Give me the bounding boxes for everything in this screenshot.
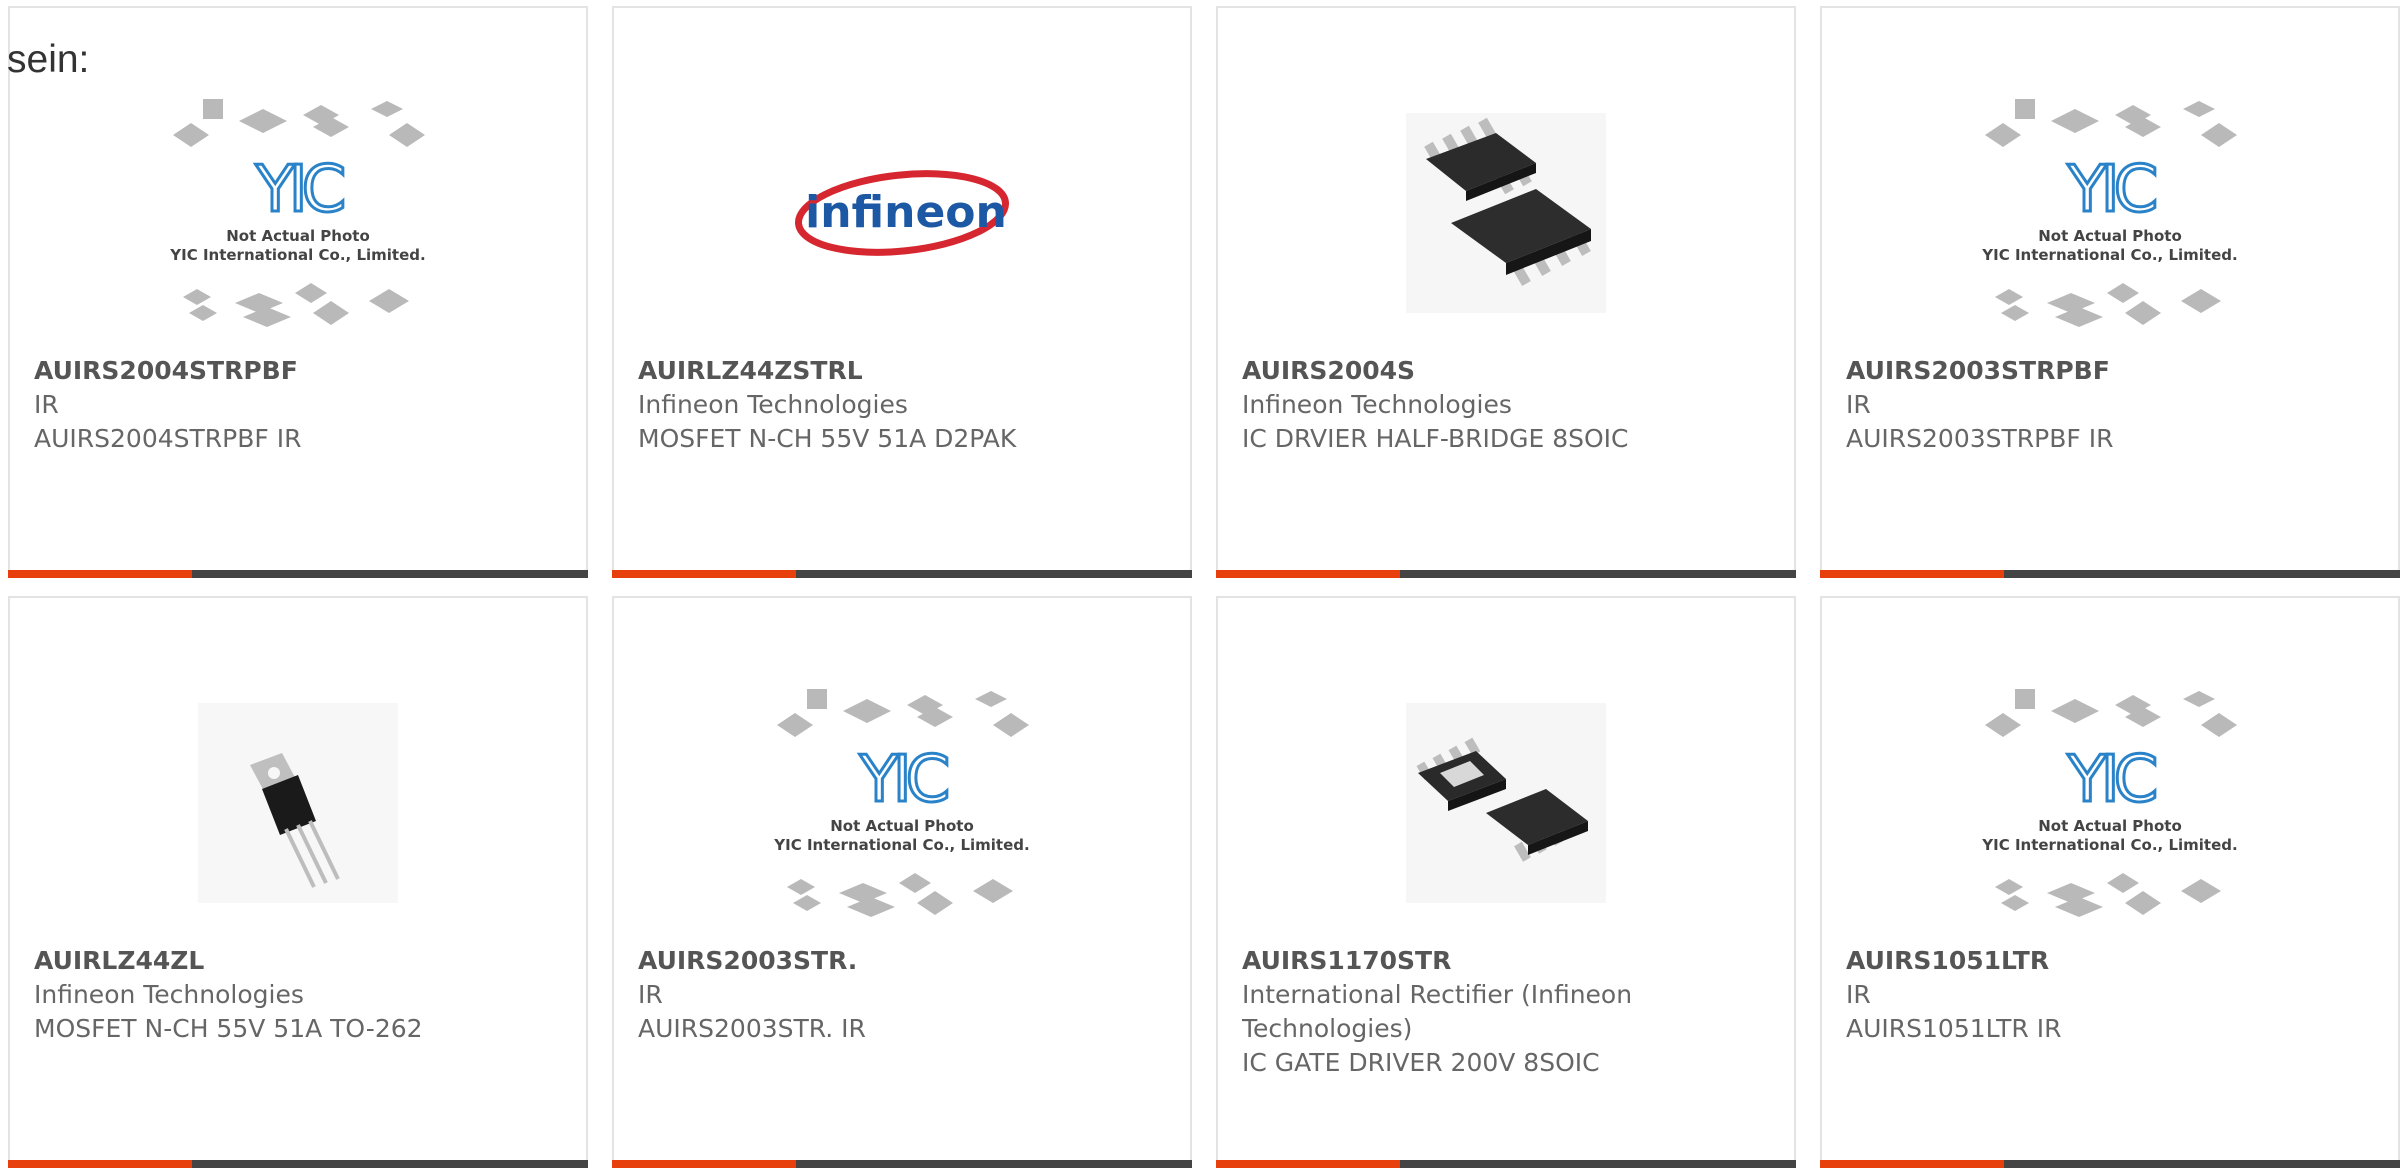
svg-text:Not Actual Photo: Not Actual Photo bbox=[830, 817, 974, 835]
product-grid: YIC Not Actual Photo YIC International C… bbox=[0, 0, 2400, 1168]
svg-text:infineon: infineon bbox=[805, 187, 1007, 238]
manufacturer: IR bbox=[1846, 390, 1871, 419]
transistor-image bbox=[10, 668, 586, 938]
card-accent-bar bbox=[612, 1160, 1192, 1168]
manufacturer: Infineon Technologies bbox=[638, 390, 908, 419]
svg-text:YIC: YIC bbox=[2067, 743, 2156, 817]
product-image-placeholder: YIC Not Actual Photo YIC International C… bbox=[614, 668, 1190, 938]
card-accent-bar bbox=[1216, 1160, 1796, 1168]
intro-text: sein: bbox=[7, 38, 90, 81]
manufacturer: Infineon Technologies bbox=[34, 980, 304, 1009]
part-number[interactable]: AUIRS2004STRPBF bbox=[34, 354, 566, 388]
product-card[interactable]: YIC Not Actual Photo YIC International C… bbox=[1820, 596, 2400, 1168]
product-card[interactable]: YIC Not Actual Photo YIC International C… bbox=[8, 6, 588, 578]
description: AUIRS2003STR. IR bbox=[638, 1014, 866, 1043]
part-number[interactable]: AUIRS1170STR bbox=[1242, 944, 1774, 978]
soic-chip-image bbox=[1218, 668, 1794, 938]
product-image-placeholder: YIC Not Actual Photo YIC International C… bbox=[1822, 78, 2398, 348]
card-accent-bar bbox=[1216, 570, 1796, 578]
manufacturer: IR bbox=[1846, 980, 1871, 1009]
description: IC GATE DRIVER 200V 8SOIC bbox=[1242, 1048, 1600, 1077]
manufacturer: IR bbox=[34, 390, 59, 419]
manufacturer: IR bbox=[638, 980, 663, 1009]
description: MOSFET N-CH 55V 51A TO-262 bbox=[34, 1014, 423, 1043]
description: MOSFET N-CH 55V 51A D2PAK bbox=[638, 424, 1017, 453]
product-card[interactable]: AUIRS1170STR International Rectifier (In… bbox=[1216, 596, 1796, 1168]
product-card[interactable]: infineon AUIRLZ44ZSTRL Infineon Technolo… bbox=[612, 6, 1192, 578]
svg-text:YIC International Co., Limited: YIC International Co., Limited. bbox=[1981, 246, 2237, 264]
svg-text:Not Actual Photo: Not Actual Photo bbox=[2038, 227, 2182, 245]
description: AUIRS1051LTR IR bbox=[1846, 1014, 2062, 1043]
manufacturer: International Rectifier (Infineon Techno… bbox=[1242, 980, 1633, 1043]
product-card[interactable]: YIC Not Actual Photo YIC International C… bbox=[612, 596, 1192, 1168]
svg-text:YIC International Co., Limited: YIC International Co., Limited. bbox=[169, 246, 425, 264]
part-number[interactable]: AUIRS2003STRPBF bbox=[1846, 354, 2378, 388]
card-accent-bar bbox=[1820, 570, 2400, 578]
svg-text:YIC: YIC bbox=[2067, 153, 2156, 227]
product-image-placeholder: YIC Not Actual Photo YIC International C… bbox=[1822, 668, 2398, 938]
infineon-logo-image: infineon bbox=[614, 78, 1190, 348]
svg-text:Not Actual Photo: Not Actual Photo bbox=[226, 227, 370, 245]
description: AUIRS2003STRPBF IR bbox=[1846, 424, 2114, 453]
soic-chip-image bbox=[1218, 78, 1794, 348]
product-card[interactable]: AUIRS2004S Infineon Technologies IC DRVI… bbox=[1216, 6, 1796, 578]
card-accent-bar bbox=[8, 570, 588, 578]
svg-text:YIC: YIC bbox=[859, 743, 948, 817]
description: AUIRS2004STRPBF IR bbox=[34, 424, 302, 453]
part-number[interactable]: AUIRS2004S bbox=[1242, 354, 1774, 388]
svg-text:YIC International Co., Limited: YIC International Co., Limited. bbox=[773, 836, 1029, 854]
product-card[interactable]: AUIRLZ44ZL Infineon Technologies MOSFET … bbox=[8, 596, 588, 1168]
part-number[interactable]: AUIRS2003STR. bbox=[638, 944, 1170, 978]
svg-text:YIC: YIC bbox=[255, 153, 344, 227]
part-number[interactable]: AUIRLZ44ZL bbox=[34, 944, 566, 978]
card-accent-bar bbox=[612, 570, 1192, 578]
card-accent-bar bbox=[1820, 1160, 2400, 1168]
product-image-placeholder: YIC Not Actual Photo YIC International C… bbox=[10, 78, 586, 348]
part-number[interactable]: AUIRLZ44ZSTRL bbox=[638, 354, 1170, 388]
card-accent-bar bbox=[8, 1160, 588, 1168]
part-number[interactable]: AUIRS1051LTR bbox=[1846, 944, 2378, 978]
product-card[interactable]: YIC Not Actual Photo YIC International C… bbox=[1820, 6, 2400, 578]
description: IC DRVIER HALF-BRIDGE 8SOIC bbox=[1242, 424, 1629, 453]
svg-text:YIC International Co., Limited: YIC International Co., Limited. bbox=[1981, 836, 2237, 854]
manufacturer: Infineon Technologies bbox=[1242, 390, 1512, 419]
svg-text:Not Actual Photo: Not Actual Photo bbox=[2038, 817, 2182, 835]
